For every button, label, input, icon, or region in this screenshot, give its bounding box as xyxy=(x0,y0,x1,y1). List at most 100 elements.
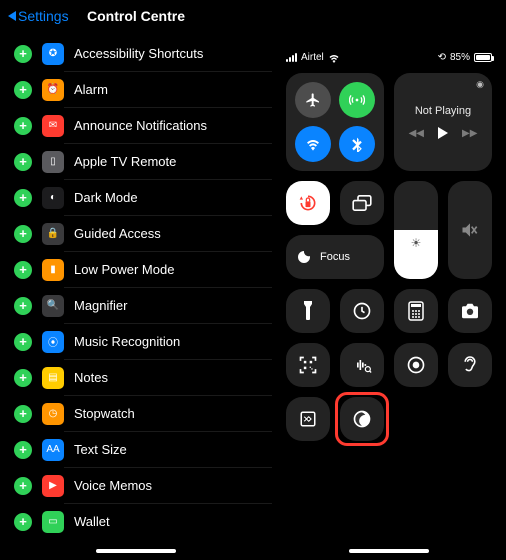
control-row: +✪Accessibility Shortcuts xyxy=(0,36,272,71)
hearing-button[interactable] xyxy=(448,343,492,387)
stopwatch-icon: ◷ xyxy=(42,403,64,425)
control-label: Voice Memos xyxy=(74,478,152,493)
battery-icon xyxy=(474,53,492,62)
next-track-button[interactable]: ▶▶ xyxy=(462,128,477,139)
music-recognition-button[interactable] xyxy=(340,397,384,441)
tv-remote-icon: ▯ xyxy=(42,151,64,173)
notes-icon: ▤ xyxy=(42,367,64,389)
accessibility-icon: ✪ xyxy=(42,43,64,65)
control-label: Wallet xyxy=(74,514,110,529)
announce-icon: ✉ xyxy=(42,115,64,137)
sound-recognition-button[interactable] xyxy=(340,343,384,387)
control-row: + ◷ Stopwatch xyxy=(0,396,272,431)
shazam-icon: ⦿ xyxy=(42,331,64,353)
control-row: + AA Text Size xyxy=(0,432,272,467)
control-row: + ⏰ Alarm xyxy=(0,72,272,107)
connectivity-tile[interactable] xyxy=(286,73,384,171)
brightness-icon: ☀ xyxy=(411,236,422,250)
back-button[interactable]: Settings xyxy=(8,8,69,24)
focus-label: Focus xyxy=(320,251,350,263)
add-control-button[interactable]: + xyxy=(14,333,32,351)
page-title: Control Centre xyxy=(87,8,185,24)
add-control-button[interactable]: + xyxy=(14,513,32,531)
timer-button[interactable] xyxy=(340,289,384,333)
control-label: Announce Notifications xyxy=(74,118,207,133)
control-label: Magnifier xyxy=(74,298,127,313)
control-label: Alarm xyxy=(74,82,108,97)
signal-bars-icon xyxy=(286,53,297,62)
control-row: + ▶ Voice Memos xyxy=(0,468,272,503)
add-control-button[interactable]: + xyxy=(14,81,32,99)
play-button[interactable] xyxy=(438,127,448,139)
text-size-icon: AA xyxy=(42,439,64,461)
voice-memos-icon: ▶ xyxy=(42,475,64,497)
volume-slider[interactable] xyxy=(448,181,492,279)
control-label: Low Power Mode xyxy=(74,262,174,277)
rotation-lock-status-icon: ⟲ xyxy=(438,52,446,63)
status-bar: Airtel ⟲ 85% xyxy=(272,46,506,63)
focus-button[interactable]: Focus xyxy=(286,235,384,279)
mute-icon xyxy=(460,220,480,240)
flashlight-button[interactable] xyxy=(286,289,330,333)
home-indicator-right[interactable] xyxy=(349,549,429,553)
airplay-icon: ◉ xyxy=(476,79,484,90)
control-row: + ✉ Announce Notifications xyxy=(0,108,272,143)
cellular-data-toggle[interactable] xyxy=(339,82,375,118)
camera-button[interactable] xyxy=(448,289,492,333)
control-center-panel: Airtel ⟲ 85% ◉ Not Playing ◀◀ xyxy=(272,0,506,560)
code-scanner-button[interactable] xyxy=(286,343,330,387)
home-indicator[interactable] xyxy=(96,549,176,553)
bluetooth-toggle[interactable] xyxy=(339,126,375,162)
chevron-left-icon xyxy=(8,11,16,21)
battery-percent: 85% xyxy=(450,52,470,63)
previous-track-button[interactable]: ◀◀ xyxy=(409,128,424,139)
control-row: + 🔍 Magnifier xyxy=(0,288,272,323)
wifi-status-icon xyxy=(328,53,340,63)
moon-icon xyxy=(296,249,312,265)
add-control-button[interactable]: + xyxy=(14,189,32,207)
add-control-button[interactable]: + xyxy=(14,117,32,135)
control-label: Music Recognition xyxy=(74,334,180,349)
control-label: Notes xyxy=(74,370,108,385)
screen-mirroring-button[interactable] xyxy=(340,181,384,225)
control-label: Apple TV Remote xyxy=(74,154,176,169)
add-control-button[interactable]: + xyxy=(14,441,32,459)
now-playing-tile[interactable]: ◉ Not Playing ◀◀ ▶▶ xyxy=(394,73,492,171)
add-control-button[interactable]: + xyxy=(14,45,32,63)
low-power-icon: ▮ xyxy=(42,259,64,281)
dark-mode-icon: ◐ xyxy=(42,187,64,209)
settings-control-centre-panel: Settings Control Centre +✪Accessibility … xyxy=(0,0,272,560)
back-label: Settings xyxy=(18,8,69,24)
control-row: + ▮ Low Power Mode xyxy=(0,252,272,287)
wallet-icon: ▭ xyxy=(42,511,64,533)
control-row: + ◐ Dark Mode xyxy=(0,180,272,215)
wifi-toggle[interactable] xyxy=(295,126,331,162)
highlight-box xyxy=(335,392,389,446)
control-label: Stopwatch xyxy=(74,406,135,421)
now-playing-label: Not Playing xyxy=(415,105,471,117)
control-row: + ▭ Wallet xyxy=(0,504,272,539)
notes-button[interactable] xyxy=(286,397,330,441)
control-row: + ⦿ Music Recognition xyxy=(0,324,272,359)
control-row: +🔒Guided Access xyxy=(0,216,272,251)
orientation-lock-toggle[interactable] xyxy=(286,181,330,225)
add-control-button[interactable]: + xyxy=(14,261,32,279)
screen-recording-button[interactable] xyxy=(394,343,438,387)
control-center-grid: ◉ Not Playing ◀◀ ▶▶ xyxy=(272,63,506,451)
control-row: + ▯ Apple TV Remote xyxy=(0,144,272,179)
add-control-button[interactable]: + xyxy=(14,369,32,387)
control-label: Text Size xyxy=(74,442,127,457)
brightness-slider[interactable]: ☀ xyxy=(394,181,438,279)
alarm-icon: ⏰ xyxy=(42,79,64,101)
add-control-button[interactable]: + xyxy=(14,297,32,315)
calculator-button[interactable] xyxy=(394,289,438,333)
add-control-button[interactable]: + xyxy=(14,225,32,243)
add-control-button[interactable]: + xyxy=(14,405,32,423)
add-control-button[interactable]: + xyxy=(14,477,32,495)
magnifier-icon: 🔍 xyxy=(42,295,64,317)
control-label: Guided Access xyxy=(74,226,161,241)
airplane-mode-toggle[interactable] xyxy=(295,82,331,118)
add-control-button[interactable]: + xyxy=(14,153,32,171)
control-label: Dark Mode xyxy=(74,190,138,205)
carrier-label: Airtel xyxy=(301,52,324,63)
